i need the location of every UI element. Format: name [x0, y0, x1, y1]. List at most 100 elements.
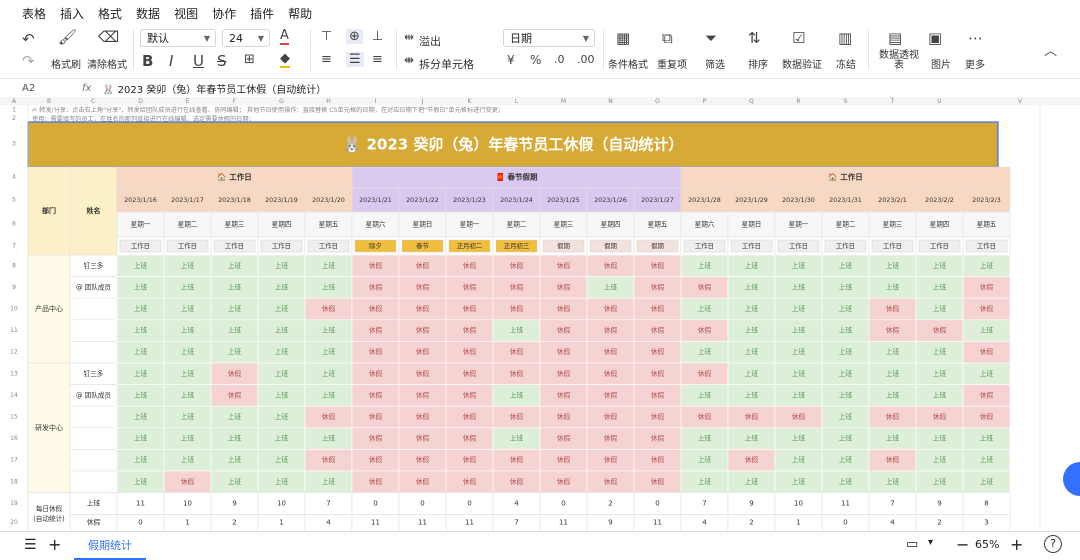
- image-button[interactable]: 图片: [931, 56, 951, 71]
- align-top-icon[interactable]: ⊤: [321, 29, 332, 44]
- split-cells-icon[interactable]: ⇼: [404, 53, 414, 67]
- row-number: 16: [10, 435, 18, 442]
- chevron-down-icon[interactable]: ▾: [928, 537, 933, 548]
- status-label: 上班: [275, 282, 289, 291]
- daytype-label: 工作日: [836, 241, 855, 250]
- filter-icon[interactable]: ⏷: [705, 29, 717, 47]
- increase-decimal-icon[interactable]: .00: [577, 53, 595, 66]
- zoom-out-button[interactable]: −: [956, 535, 969, 554]
- member-cell[interactable]: [69, 470, 118, 493]
- eraser-icon[interactable]: ⌫: [98, 28, 119, 46]
- column-letter: N: [608, 98, 613, 105]
- border-icon[interactable]: ⊞: [244, 52, 255, 67]
- cell-reference[interactable]: A2: [22, 83, 82, 94]
- split-cells-button[interactable]: 拆分单元格: [419, 56, 474, 72]
- menu-data[interactable]: 数据: [136, 5, 160, 22]
- font-select[interactable]: 默认 ▼: [140, 29, 216, 47]
- status-label: 休假: [510, 282, 524, 291]
- member-cell[interactable]: [69, 319, 118, 342]
- currency-button[interactable]: ¥: [507, 53, 515, 67]
- status-label: 上班: [933, 347, 947, 356]
- status-label: 上班: [886, 282, 900, 291]
- status-label: 上班: [792, 304, 806, 313]
- summary-work-value: 10: [794, 500, 803, 508]
- more-icon[interactable]: ⋯: [968, 29, 983, 47]
- status-label: 上班: [134, 261, 148, 270]
- help-icon[interactable]: ?: [1044, 535, 1062, 553]
- validation-button[interactable]: 数据验证: [782, 56, 822, 71]
- image-icon[interactable]: ▣: [928, 29, 942, 47]
- sheet-tab-active[interactable]: 假期统计: [74, 532, 146, 560]
- clear-format-button[interactable]: 清除格式: [87, 56, 127, 71]
- member-cell[interactable]: [69, 449, 118, 472]
- undo-icon[interactable]: ↶: [22, 30, 35, 48]
- fill-color-icon[interactable]: ◆: [280, 52, 290, 68]
- pivot-icon[interactable]: ▤: [888, 29, 902, 47]
- freeze-button[interactable]: 冻结: [836, 56, 856, 71]
- menu-table[interactable]: 表格: [22, 5, 46, 22]
- member-cell[interactable]: [69, 341, 118, 364]
- status-label: 休假: [510, 412, 524, 421]
- weekday-label: 星期六: [366, 220, 386, 229]
- conditional-format-button[interactable]: 条件格式: [608, 56, 648, 71]
- conditional-format-icon[interactable]: ▦: [616, 29, 630, 47]
- collapse-toolbar-icon[interactable]: ︿: [1044, 40, 1057, 59]
- weekday-label: 星期二: [836, 221, 856, 229]
- bold-button[interactable]: B: [142, 52, 153, 70]
- text-color-icon[interactable]: A: [280, 29, 289, 45]
- align-left-icon[interactable]: ≡: [321, 52, 332, 67]
- format-painter-button[interactable]: 格式刷: [51, 56, 81, 71]
- summary-work-value: 11: [136, 500, 145, 508]
- column-letter: R: [796, 98, 800, 105]
- menu-insert[interactable]: 插入: [60, 5, 84, 22]
- status-label: 休假: [416, 261, 430, 270]
- formula-input[interactable]: 🐰 2023 癸卯（兔）年春节员工休假（自动统计）: [102, 81, 326, 96]
- format-painter-icon[interactable]: 🖌: [58, 28, 77, 46]
- menu-collab[interactable]: 协作: [212, 5, 236, 22]
- member-cell[interactable]: [69, 297, 118, 321]
- overflow-icon[interactable]: ⇹: [404, 30, 414, 44]
- duplicates-icon[interactable]: ⧉: [662, 29, 673, 47]
- pivot-button[interactable]: 数据透视表: [877, 51, 921, 71]
- sort-icon[interactable]: ⇅: [748, 29, 761, 47]
- italic-button[interactable]: I: [169, 52, 173, 70]
- menu-format[interactable]: 格式: [98, 5, 122, 22]
- underline-button[interactable]: U: [193, 52, 204, 70]
- redo-icon[interactable]: ↷: [22, 52, 35, 70]
- duplicates-button[interactable]: 重复项: [657, 56, 687, 71]
- overflow-button[interactable]: 溢出: [419, 33, 441, 49]
- status-label: 上班: [745, 434, 759, 443]
- dept-header-label: 部门: [42, 206, 56, 215]
- sort-button[interactable]: 排序: [748, 56, 768, 71]
- view-icon[interactable]: ▭: [906, 537, 918, 552]
- status-label: 上班: [134, 347, 148, 356]
- spreadsheet-grid[interactable]: A B C D E F G H I J K L M N O P Q R S T U V123456789101112131…: [0, 97, 1080, 531]
- align-center-icon[interactable]: ☰: [346, 52, 364, 67]
- menu-view[interactable]: 视图: [174, 5, 198, 22]
- number-format-select[interactable]: 日期 ▼: [503, 29, 595, 47]
- align-middle-icon[interactable]: ⊕: [346, 29, 363, 44]
- summary-work-value: 10: [183, 500, 192, 508]
- add-sheet-icon[interactable]: +: [48, 535, 61, 554]
- validation-icon[interactable]: ☑: [792, 29, 805, 47]
- percent-button[interactable]: %: [530, 53, 541, 67]
- status-label: 休假: [416, 326, 430, 335]
- filter-button[interactable]: 筛选: [705, 56, 725, 71]
- menu-plugin[interactable]: 插件: [250, 5, 274, 22]
- freeze-icon[interactable]: ▥: [838, 29, 852, 47]
- decrease-decimal-icon[interactable]: .0: [554, 53, 565, 66]
- align-right-icon[interactable]: ≡: [372, 52, 383, 67]
- member-cell[interactable]: [69, 427, 118, 450]
- status-label: 上班: [322, 390, 336, 399]
- zoom-level[interactable]: 65%: [975, 538, 999, 551]
- menu-help[interactable]: 帮助: [288, 5, 312, 22]
- font-size-select[interactable]: 24 ▼: [222, 29, 270, 47]
- zoom-in-button[interactable]: +: [1010, 535, 1023, 554]
- more-button[interactable]: 更多: [965, 56, 985, 71]
- align-bottom-icon[interactable]: ⊥: [372, 29, 383, 44]
- status-label: 休假: [463, 455, 477, 464]
- strike-button[interactable]: S: [217, 52, 227, 70]
- member-cell[interactable]: [69, 405, 118, 429]
- weekday-label: 星期四: [930, 221, 950, 229]
- sheet-list-icon[interactable]: ☰: [24, 537, 37, 553]
